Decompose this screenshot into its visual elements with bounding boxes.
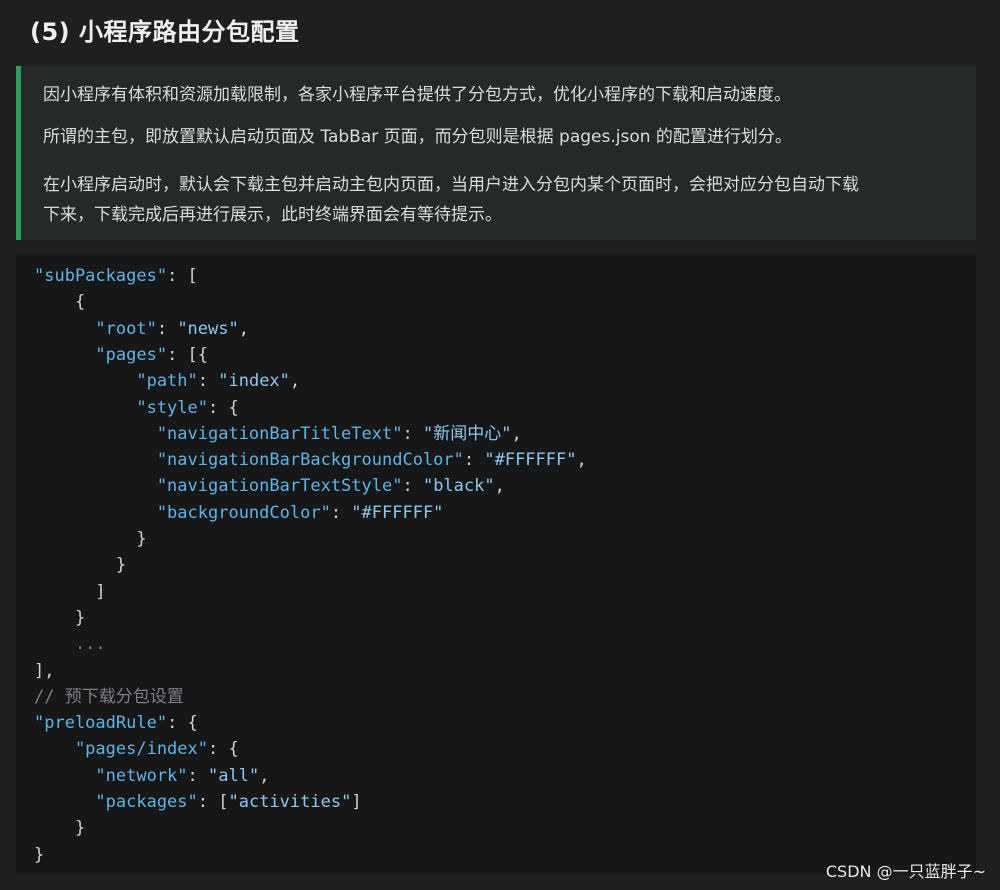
page-heading: (5) 小程序路由分包配置 xyxy=(30,18,300,46)
code-line: "preloadRule": { xyxy=(34,710,198,736)
code-punctuation: , xyxy=(511,423,522,444)
code-key: "pages" xyxy=(34,344,168,365)
code-line: "backgroundColor": "#FFFFFF" xyxy=(34,500,444,526)
code-line: } xyxy=(34,552,126,578)
code-punctuation: } xyxy=(34,844,45,865)
code-key: "subPackages" xyxy=(34,266,168,286)
code-punctuation: : xyxy=(330,502,352,523)
code-line: "root": "news", xyxy=(34,316,249,342)
code-line: "navigationBarTitleText": "新闻中心", xyxy=(34,421,522,447)
code-punctuation: , xyxy=(576,450,587,471)
callout-paragraph-3-line-1: 在小程序启动时，默认会下载主包并启动主包内页面，当用户进入分包内某个页面时，会把… xyxy=(43,175,859,195)
code-punctuation: : xyxy=(197,371,219,392)
code-key: "pages/index" xyxy=(34,739,208,760)
code-punctuation: ] xyxy=(34,581,106,602)
code-punctuation: , xyxy=(238,318,249,339)
code-punctuation: : { xyxy=(167,713,198,734)
csdn-watermark: CSDN @一只蓝胖子~ xyxy=(825,862,986,881)
code-comment: // 预下载分包设置 xyxy=(34,686,184,707)
code-string: "#FFFFFF" xyxy=(351,502,444,523)
code-line: "pages": [{ xyxy=(34,342,208,368)
code-punctuation: : [{ xyxy=(167,344,209,365)
code-key: "backgroundColor" xyxy=(34,502,331,523)
code-comment: ... xyxy=(34,634,106,655)
code-string: "news" xyxy=(177,318,239,339)
code-string: "#FFFFFF" xyxy=(484,450,577,471)
code-block: "subPackages": [ { "root": "news", "page… xyxy=(16,254,976,874)
code-line: "subPackages": [ xyxy=(34,263,198,289)
code-line: "navigationBarTextStyle": "black", xyxy=(34,473,505,499)
code-line: "network": "all", xyxy=(34,763,269,789)
code-punctuation: : xyxy=(156,318,178,339)
code-line: ... xyxy=(34,631,106,657)
code-key: "root" xyxy=(34,318,157,339)
code-line: "packages": ["activities"] xyxy=(34,789,362,815)
code-line: "navigationBarBackgroundColor": "#FFFFFF… xyxy=(34,447,587,473)
code-line: } xyxy=(34,815,85,841)
code-punctuation: : { xyxy=(208,739,239,760)
callout-paragraph-2: 所谓的主包，即放置默认启动页面及 TabBar 页面，而分包则是根据 pages… xyxy=(43,127,792,147)
code-punctuation: , xyxy=(494,476,505,497)
code-punctuation: : xyxy=(187,765,209,786)
code-punctuation: : xyxy=(463,450,485,471)
code-string: "black" xyxy=(422,476,495,497)
code-punctuation: { xyxy=(34,292,86,313)
code-line: ], xyxy=(34,658,54,684)
info-callout: 因小程序有体积和资源加载限制，各家小程序平台提供了分包方式，优化小程序的下载和启… xyxy=(16,66,976,240)
callout-paragraph-1: 因小程序有体积和资源加载限制，各家小程序平台提供了分包方式，优化小程序的下载和启… xyxy=(43,85,791,105)
code-punctuation: : [ xyxy=(167,266,198,286)
code-string: "activities" xyxy=(228,792,352,812)
code-punctuation: } xyxy=(34,818,86,839)
code-string: "index" xyxy=(218,371,290,392)
code-key: "navigationBarTextStyle" xyxy=(34,476,403,497)
code-key: "preloadRule" xyxy=(34,713,168,734)
code-punctuation: : xyxy=(402,476,423,497)
code-string: "新闻中心" xyxy=(422,423,512,444)
code-key: "packages" xyxy=(34,792,198,812)
code-key: "network" xyxy=(34,765,188,786)
code-key: "navigationBarBackgroundColor" xyxy=(34,450,464,471)
code-punctuation: ] xyxy=(351,792,362,812)
code-punctuation: , xyxy=(289,371,301,392)
code-key: "navigationBarTitleText" xyxy=(34,423,403,444)
code-line: } xyxy=(34,842,44,868)
code-line: } xyxy=(34,526,147,552)
code-punctuation: } xyxy=(34,607,86,628)
code-key: "style" xyxy=(34,397,208,418)
code-punctuation: : { xyxy=(208,397,239,418)
code-line: "style": { xyxy=(34,395,239,421)
code-punctuation: : xyxy=(402,423,423,444)
code-line: "pages/index": { xyxy=(34,736,239,762)
code-key: "path" xyxy=(34,371,198,392)
code-punctuation: } xyxy=(34,529,147,549)
code-punctuation: , xyxy=(259,765,270,786)
code-line: "path": "index", xyxy=(34,368,300,394)
code-line: { xyxy=(34,289,85,315)
code-line: } xyxy=(34,605,85,631)
callout-paragraph-3-line-2: 下来，下载完成后再进行展示，此时终端界面会有等待提示。 xyxy=(43,205,502,225)
code-punctuation: } xyxy=(34,555,127,576)
code-line: ] xyxy=(34,579,106,605)
code-punctuation: : [ xyxy=(197,792,229,812)
code-line: // 预下载分包设置 xyxy=(34,684,184,710)
code-punctuation: ], xyxy=(34,660,55,681)
code-string: "all" xyxy=(208,765,260,786)
